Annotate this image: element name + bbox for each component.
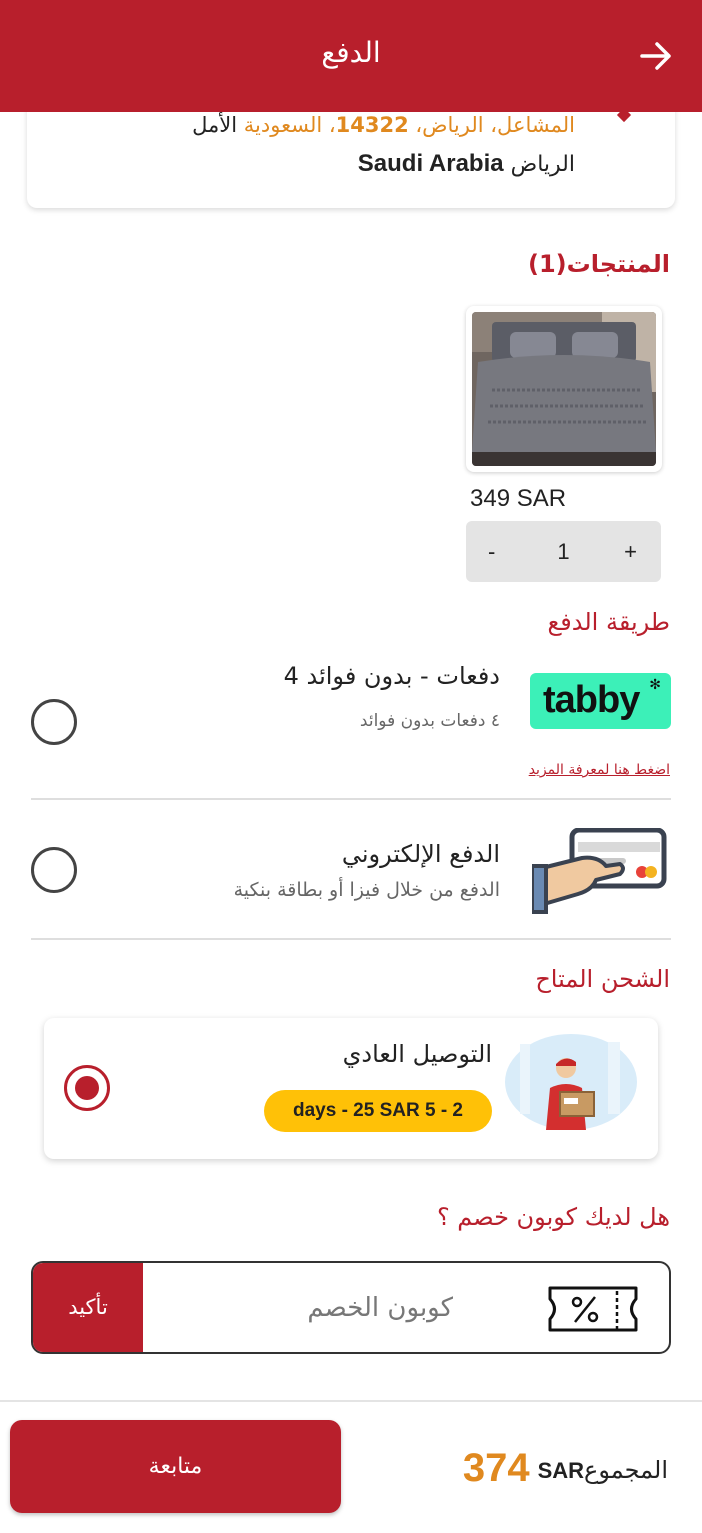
continue-button[interactable]: متابعة xyxy=(10,1420,341,1513)
products-section-title: المنتجات(1) xyxy=(528,250,670,278)
coupon-input[interactable] xyxy=(145,1263,545,1352)
bedding-product-photo xyxy=(472,312,656,466)
shipping-option-card[interactable]: التوصيل العادي days - 25 SAR 5 - 2 xyxy=(44,1018,658,1159)
top-app-bar: الدفع xyxy=(0,0,702,112)
quantity-stepper: - 1 + xyxy=(466,521,661,582)
increase-quantity-button[interactable]: + xyxy=(624,539,637,565)
tabby-option-title: دفعات - بدون فوائد 4 xyxy=(283,662,500,690)
tabby-star-icon: ✻ xyxy=(649,677,661,693)
tabby-logo: tabby ✻ xyxy=(530,673,671,729)
address-line: المشاعل، الرياض، 14322، السعودية الأمل xyxy=(192,113,575,137)
tabby-payment-radio[interactable] xyxy=(31,699,77,745)
arrow-right-icon[interactable] xyxy=(638,38,674,74)
coupon-question: هل لديك كوبون خصم ؟ xyxy=(436,1203,670,1231)
shipping-option-name: التوصيل العادي xyxy=(342,1040,492,1068)
payment-method-title: طريقة الدفع xyxy=(547,608,670,636)
tabby-option-subtitle: ٤ دفعات بدون فوائد xyxy=(359,711,500,731)
coupon-form: تأكيد xyxy=(31,1261,671,1354)
shipping-option-radio[interactable] xyxy=(64,1065,110,1111)
shipping-section-title: الشحن المتاح xyxy=(535,965,670,993)
card-option-title: الدفع الإلكتروني xyxy=(341,840,500,868)
page-title: الدفع xyxy=(321,36,381,69)
coupon-confirm-button[interactable]: تأكيد xyxy=(33,1263,143,1352)
shipping-eta-badge: days - 25 SAR 5 - 2 xyxy=(264,1090,492,1132)
product-price: 349 SAR xyxy=(470,485,567,512)
divider xyxy=(31,798,671,800)
address-city-line: الرياض Saudi Arabia xyxy=(357,150,575,177)
order-total: المجموع 374 SAR xyxy=(455,1446,668,1491)
divider xyxy=(31,938,671,940)
product-image[interactable] xyxy=(466,306,662,472)
bottom-bar-divider xyxy=(0,1400,702,1402)
card-option-subtitle: الدفع من خلال فيزا أو بطاقة بنكية xyxy=(233,879,500,901)
discount-ticket-icon xyxy=(548,1286,638,1332)
delivery-courier-icon xyxy=(505,1034,637,1130)
tabby-learn-more-link[interactable]: اضغط هنا لمعرفة المزيد xyxy=(529,762,670,778)
card-payment-radio[interactable] xyxy=(31,847,77,893)
total-amount: 374 xyxy=(462,1446,530,1490)
total-label: المجموع xyxy=(584,1456,668,1484)
total-currency: SAR xyxy=(537,1458,585,1483)
card-payment-icon xyxy=(532,828,667,914)
